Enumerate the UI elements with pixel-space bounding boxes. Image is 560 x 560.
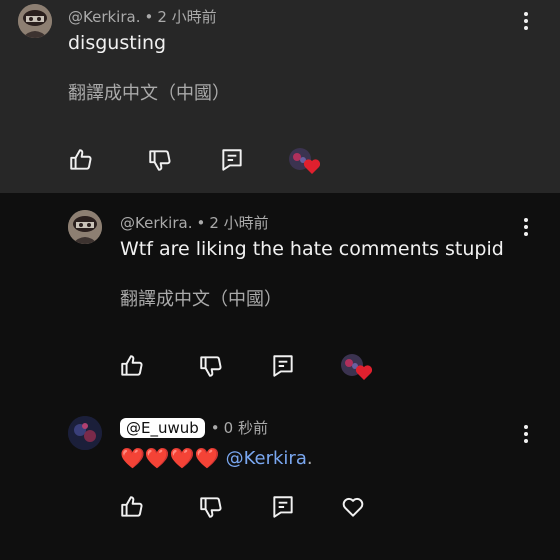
reply-icon[interactable]: [270, 353, 296, 379]
mention-suffix: .: [306, 447, 313, 469]
thumb-up-icon[interactable]: [119, 494, 145, 520]
timestamp[interactable]: 0 秒前: [224, 417, 268, 438]
comment-reply-new: @E_uwub • 0 秒前 ❤️❤️❤️❤️ @Kerkira .: [0, 398, 560, 560]
creator-heart-icon: [340, 353, 373, 380]
reply-icon[interactable]: [270, 494, 296, 520]
thumb-down-icon[interactable]: [147, 147, 173, 173]
timestamp[interactable]: 2 小時前: [157, 6, 216, 27]
more-vert-icon[interactable]: [516, 9, 536, 33]
comment-text: disgusting: [68, 32, 167, 54]
thumb-down-icon[interactable]: [198, 494, 224, 520]
avatar[interactable]: [68, 416, 102, 450]
comment-highlighted: @Kerkira. • 2 小時前 disgusting 翻譯成中文（中國）: [0, 0, 560, 193]
comment-meta: @Kerkira. • 2 小時前: [68, 6, 217, 27]
separator: •: [196, 213, 206, 232]
timestamp[interactable]: 2 小時前: [209, 212, 268, 233]
hearts-emoji: ❤️❤️❤️❤️: [120, 446, 220, 470]
comment-reply: @Kerkira. • 2 小時前 Wtf are liking the hat…: [0, 193, 560, 398]
comment-text: Wtf are liking the hate comments stupid: [120, 238, 504, 260]
author-name[interactable]: @Kerkira.: [120, 214, 192, 232]
translate-link[interactable]: 翻譯成中文（中國）: [120, 285, 282, 311]
heart-outline-icon[interactable]: [340, 494, 366, 520]
separator: •: [210, 418, 220, 437]
reply-icon[interactable]: [219, 147, 245, 173]
more-vert-icon[interactable]: [516, 215, 536, 239]
comment-meta: @Kerkira. • 2 小時前: [120, 212, 269, 233]
thumb-up-icon[interactable]: [119, 353, 145, 379]
translate-link[interactable]: 翻譯成中文（中國）: [68, 79, 230, 105]
mention-link[interactable]: @Kerkira: [226, 448, 307, 469]
author-name[interactable]: @Kerkira.: [68, 8, 140, 26]
more-vert-icon[interactable]: [516, 422, 536, 446]
thumb-down-icon[interactable]: [198, 353, 224, 379]
avatar[interactable]: [68, 210, 102, 244]
comment-meta: @E_uwub • 0 秒前: [120, 417, 268, 438]
comment-text: ❤️❤️❤️❤️ @Kerkira .: [120, 446, 313, 470]
creator-heart-icon: [288, 147, 321, 174]
avatar[interactable]: [18, 4, 52, 38]
separator: •: [144, 7, 154, 26]
thumb-up-icon[interactable]: [68, 147, 94, 173]
author-chip[interactable]: @E_uwub: [120, 417, 205, 438]
